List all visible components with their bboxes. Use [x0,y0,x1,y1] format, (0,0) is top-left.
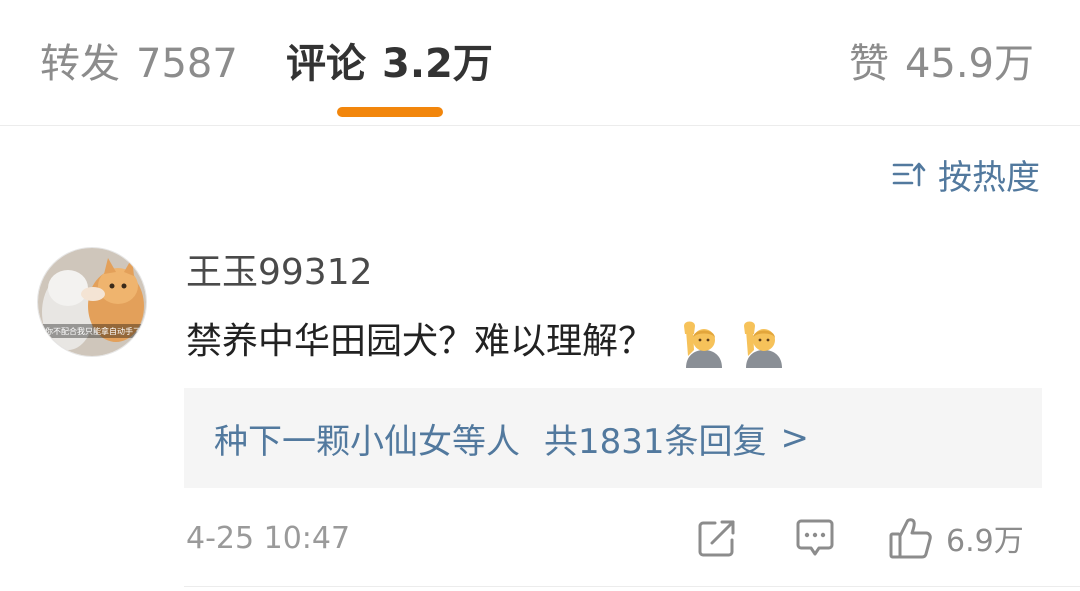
comment-content: 禁养中华田园犬？难以理解？ [186,316,788,368]
tab-likes-count: 45.9万 [904,41,1034,87]
raising-hand-emoji [744,321,783,368]
tab-comments-count: 3.2万 [382,41,493,87]
reply-summary: 共1831条回复 [544,421,767,462]
tab-comments[interactable]: 评论 3.2万 [286,38,493,90]
avatar-caption: 你不配合我只能拿自动手了 [45,326,141,336]
tab-likes[interactable]: 赞 45.9万 [849,38,1034,90]
tab-repost-label: 转发 [40,41,120,87]
comment-icon [796,519,834,556]
share-button[interactable] [696,514,738,562]
divider [184,586,1080,587]
comment-text: 禁养中华田园犬？难以理解？ [186,321,655,362]
tab-comments-label: 评论 [286,41,366,87]
comment-button[interactable] [794,514,836,562]
tab-repost-count: 7587 [136,41,238,87]
thumbs-up-icon [889,518,932,559]
share-icon [698,520,735,557]
tab-repost[interactable]: 转发 7587 [40,38,238,90]
comments-page: 转发 7587 评论 3.2万 赞 45.9万 按热度 你不配合我只能拿自动手了… [0,0,1080,591]
comment-timestamp: 4-25 10:47 [186,521,351,556]
chevron-right-icon: > [780,418,810,458]
like-button[interactable]: 6.9万 [888,514,1024,562]
active-tab-indicator [337,107,443,117]
cat-avatar-image: 你不配合我只能拿自动手了 [38,248,146,356]
sort-label: 按热度 [938,157,1040,198]
avatar[interactable]: 你不配合我只能拿自动手了 [37,247,147,357]
raising-hand-emoji [684,321,723,368]
tab-bar: 转发 7587 评论 3.2万 赞 45.9万 [0,0,1080,126]
like-count: 6.9万 [946,524,1024,559]
comment-username[interactable]: 王玉99312 [186,250,373,296]
reply-names: 种下一颗小仙女等人 [214,421,520,462]
replies-link[interactable]: 种下一颗小仙女等人 共1831条回复 > [184,388,1042,488]
sort-icon [892,162,926,187]
tab-likes-label: 赞 [848,41,889,87]
sort-button[interactable]: 按热度 [892,152,1040,198]
